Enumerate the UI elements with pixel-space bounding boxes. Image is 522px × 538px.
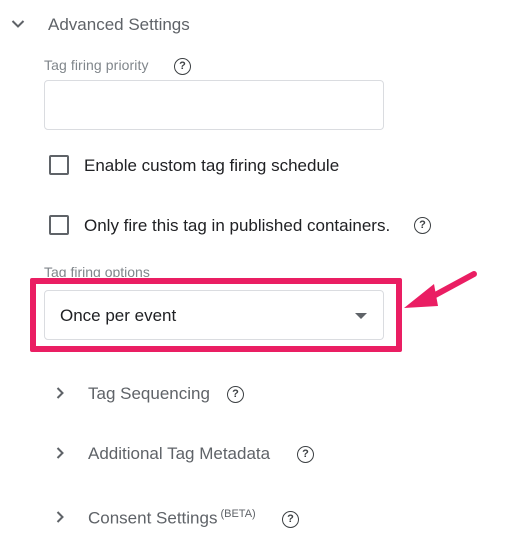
chevron-right-icon[interactable] [51,444,69,462]
chevron-right-icon[interactable] [51,384,69,402]
caret-down-icon [355,313,367,319]
selected-option: Once per event [60,306,177,325]
tag-sequencing-title[interactable]: Tag Sequencing [88,384,210,404]
additional-tag-metadata-title[interactable]: Additional Tag Metadata [88,444,270,464]
published-only-checkbox[interactable] [49,215,69,235]
beta-badge: (BETA) [220,508,256,520]
advanced-settings-title[interactable]: Advanced Settings [48,15,190,35]
help-icon[interactable]: ? [174,58,191,75]
custom-schedule-label[interactable]: Enable custom tag firing schedule [84,156,339,176]
help-icon[interactable]: ? [282,511,299,528]
chevron-down-icon[interactable] [9,15,27,33]
consent-settings-title[interactable]: Consent Settings (BETA) [88,508,256,529]
tag-firing-priority-label: Tag firing priority [44,57,149,73]
tag-firing-options-label: Tag firing options [44,264,150,277]
help-icon[interactable]: ? [414,217,431,234]
arrow-annotation-icon [404,271,477,308]
help-icon[interactable]: ? [297,446,314,463]
chevron-right-icon[interactable] [51,508,69,526]
tag-firing-options-select[interactable]: Once per event [44,290,384,340]
tag-firing-priority-input[interactable] [44,80,384,130]
help-icon[interactable]: ? [227,386,244,403]
consent-settings-label: Consent Settings [88,508,218,528]
published-only-label[interactable]: Only fire this tag in published containe… [84,216,390,236]
custom-schedule-checkbox[interactable] [49,155,69,175]
